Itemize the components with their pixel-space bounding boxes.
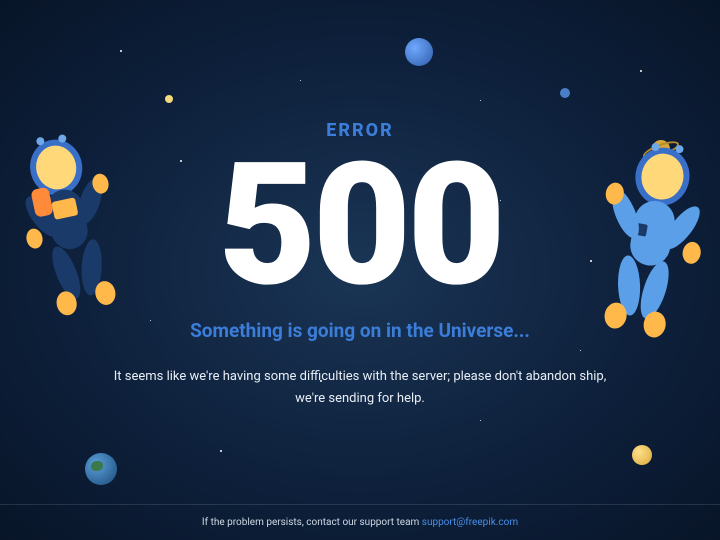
footer: If the problem persists, contact our sup… bbox=[0, 504, 720, 540]
error-description: It seems like we're having some difficul… bbox=[110, 366, 610, 410]
error-subtitle: Something is going on in the Universe... bbox=[190, 319, 530, 342]
planet-icon bbox=[632, 445, 652, 465]
support-email-link[interactable]: support@freepik.com bbox=[422, 517, 518, 528]
planet-icon bbox=[85, 453, 117, 485]
footer-text: If the problem persists, contact our sup… bbox=[202, 517, 422, 528]
error-code: 500 bbox=[218, 145, 502, 307]
error-content: ERROR 500 Something is going on in the U… bbox=[0, 0, 720, 410]
